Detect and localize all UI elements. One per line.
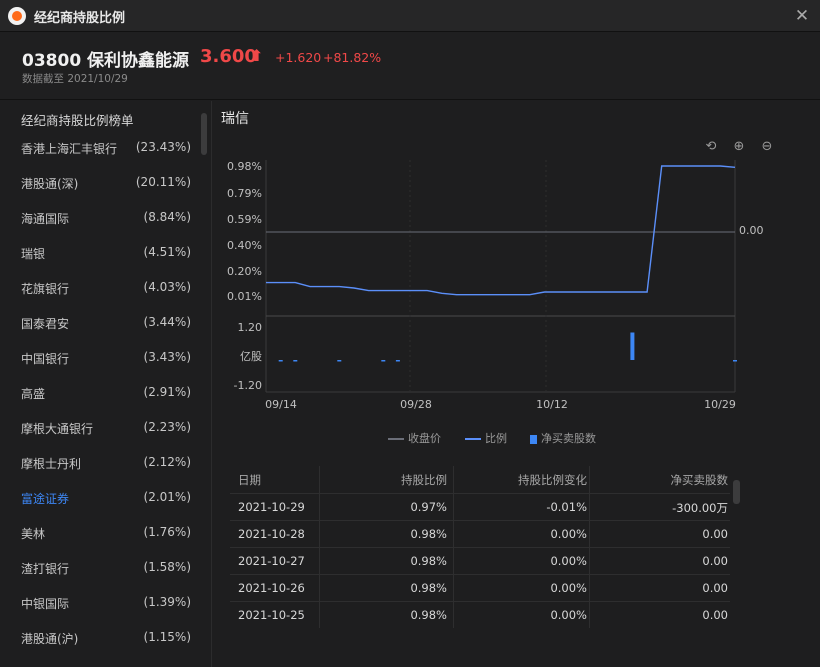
net-trade-bar	[337, 360, 342, 362]
table-cell: 2021-10-25	[238, 608, 305, 622]
y-tick-label: 0.59%	[227, 213, 262, 226]
legend-label: 收盘价	[408, 432, 441, 445]
legend-bar-swatch-icon	[530, 434, 537, 444]
legend-item[interactable]: 收盘价	[388, 430, 441, 446]
table-cell: 0.98%	[410, 581, 447, 595]
table-column-divider	[453, 466, 454, 628]
table-cell: 0.00%	[550, 581, 587, 595]
table-cell: 0.97%	[410, 500, 447, 514]
bar-axis-top-label: 1.20	[238, 321, 263, 334]
chart-legend: 收盘价 比例 净买卖股数	[0, 430, 820, 446]
table-cell: -0.01%	[546, 500, 587, 514]
table-row: 2021-10-25 0.98% 0.00% 0.00	[230, 601, 730, 628]
table-cell: -300.00万	[672, 501, 728, 515]
net-trade-bar	[630, 332, 635, 360]
legend-line-swatch-icon	[465, 438, 481, 440]
x-tick-label: 09/28	[400, 398, 432, 411]
net-trade-bar	[278, 360, 283, 362]
table-header-cell: 持股比例	[401, 473, 447, 487]
table-scrollbar[interactable]	[733, 480, 740, 504]
ratio-series-line	[266, 165, 736, 296]
right-axis-label: 0.00	[739, 224, 764, 237]
x-tick-label: 10/29	[704, 398, 736, 411]
table-header-cell: 净买卖股数	[670, 473, 729, 487]
legend-line-swatch-icon	[388, 438, 404, 440]
table-column-divider	[319, 466, 320, 628]
table-cell: 2021-10-27	[238, 554, 305, 568]
table-header-cell: 日期	[238, 473, 261, 487]
table-cell: 0.00	[702, 527, 728, 541]
y-tick-label: 0.20%	[227, 265, 262, 278]
net-trade-bar	[395, 360, 400, 362]
table-cell: 0.00%	[550, 527, 587, 541]
table-row: 2021-10-28 0.98% 0.00% 0.00	[230, 520, 730, 547]
table-header-row: 日期 持股比例 持股比例变化 净买卖股数	[230, 466, 730, 493]
table-cell: 0.00	[702, 608, 728, 622]
table-row: 2021-10-29 0.97% -0.01% -300.00万	[230, 493, 730, 520]
table-cell: 0.98%	[410, 554, 447, 568]
net-trade-bar	[293, 360, 298, 362]
net-trade-bar	[733, 360, 737, 362]
table-column-divider	[589, 466, 590, 628]
legend-label: 净买卖股数	[541, 432, 596, 445]
table-row: 2021-10-26 0.98% 0.00% 0.00	[230, 574, 730, 601]
table-cell: 0.00	[702, 554, 728, 568]
y-tick-label: 0.98%	[227, 160, 262, 173]
y-tick-label: 0.01%	[227, 290, 262, 303]
y-tick-label: 0.40%	[227, 239, 262, 252]
net-trade-bar	[381, 360, 386, 362]
table-row: 2021-10-27 0.98% 0.00% 0.00	[230, 547, 730, 574]
legend-item[interactable]: 净买卖股数	[530, 430, 596, 446]
table-cell: 0.98%	[410, 608, 447, 622]
table-cell: 2021-10-26	[238, 581, 305, 595]
table-cell: 0.00%	[550, 608, 587, 622]
legend-label: 比例	[485, 432, 507, 445]
bar-axis-unit-label: 亿股	[240, 350, 262, 363]
x-tick-label: 09/14	[265, 398, 297, 411]
table-cell: 0.00%	[550, 554, 587, 568]
table-cell: 0.98%	[410, 527, 447, 541]
table-cell: 2021-10-28	[238, 527, 305, 541]
x-tick-label: 10/12	[536, 398, 568, 411]
legend-item[interactable]: 比例	[465, 430, 507, 446]
table-header-cell: 持股比例变化	[518, 473, 587, 487]
bar-axis-bottom-label: -1.20	[234, 379, 262, 392]
table-cell: 2021-10-29	[238, 500, 305, 514]
y-tick-label: 0.79%	[227, 187, 262, 200]
table-cell: 0.00	[702, 581, 728, 595]
